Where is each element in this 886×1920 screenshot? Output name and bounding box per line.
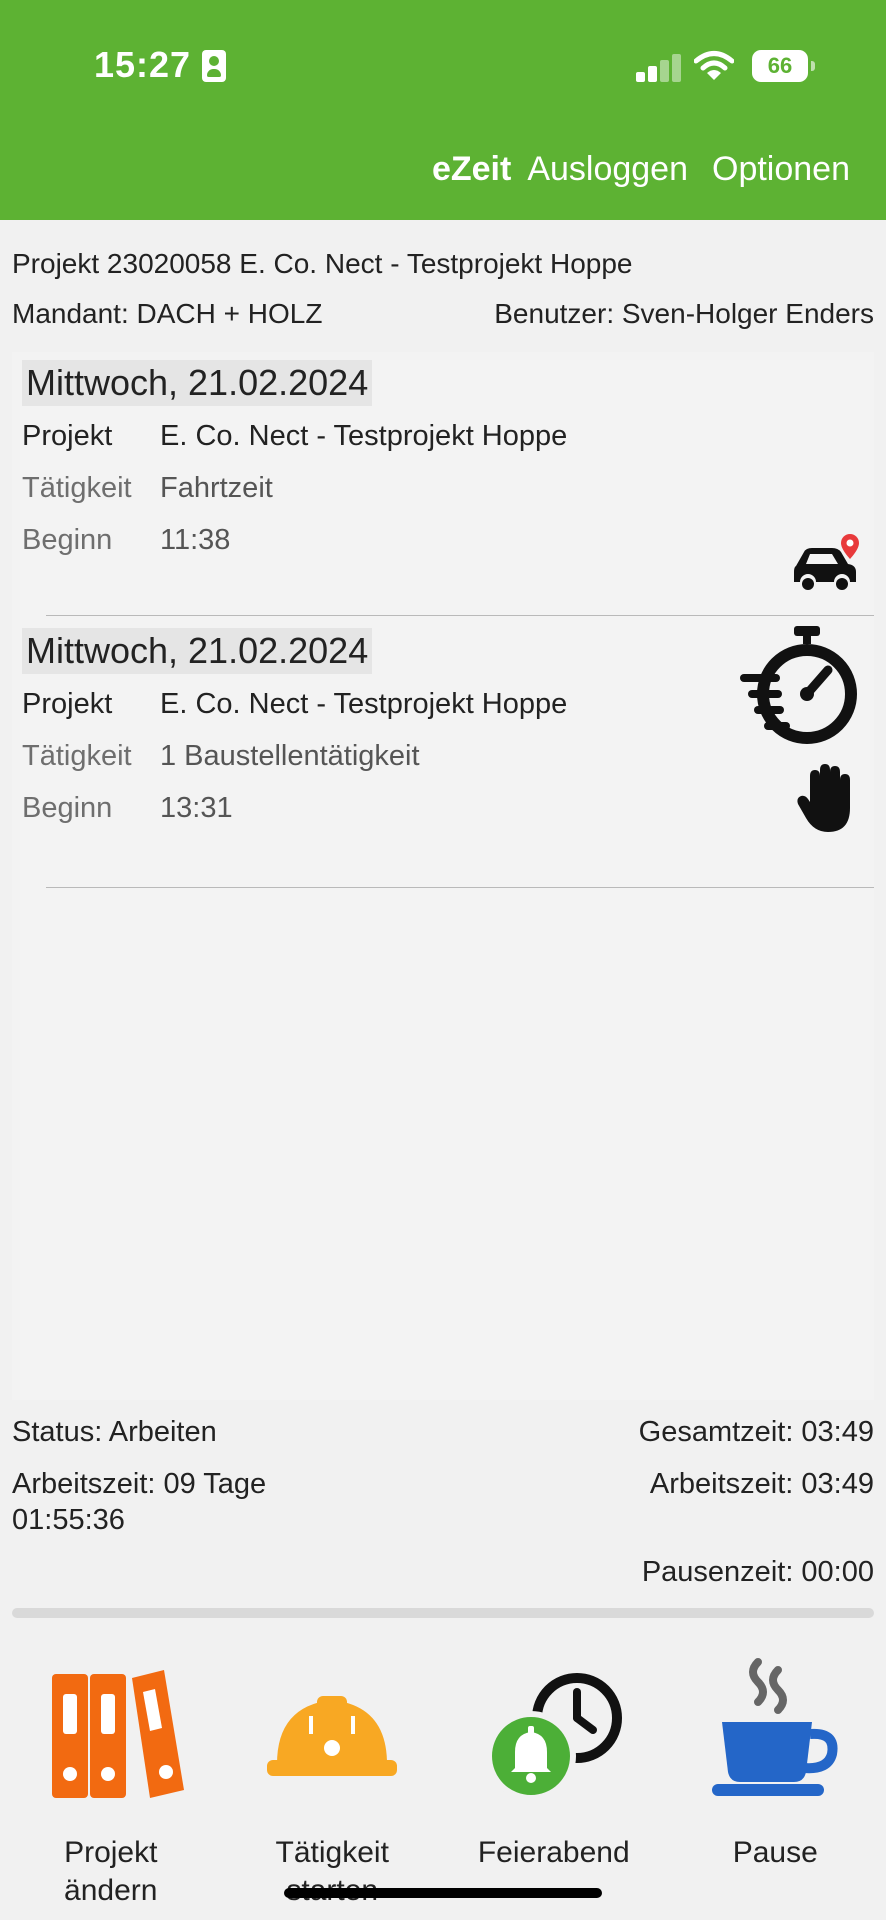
pause-label: Pause — [732, 1836, 818, 1869]
project-label: Projekt — [22, 420, 113, 452]
work-time: Arbeitszeit: 03:49 — [649, 1468, 874, 1500]
header-info: Projekt 23020058 E. Co. Nect - Testproje… — [12, 246, 874, 346]
activity-value: 1 Baustellentätigkeit — [160, 740, 420, 772]
project-header: Projekt 23020058 E. Co. Nect - Testproje… — [12, 248, 633, 279]
car-location-icon — [794, 534, 859, 590]
cellular-signal-icon — [636, 54, 682, 82]
wifi-icon — [694, 51, 734, 80]
action-bar: Projekt ändern Tätigkeit starten — [0, 1640, 886, 1920]
nav-bar: eZeit Ausloggen Optionen — [432, 150, 850, 189]
list-item[interactable]: Mittwoch, 21.02.2024 Projekt E. Co. Nect… — [12, 352, 874, 616]
entries-list[interactable]: Mittwoch, 21.02.2024 Projekt E. Co. Nect… — [12, 352, 874, 1402]
start-activity-button[interactable]: Tätigkeit starten — [222, 1640, 444, 1920]
divider — [12, 1608, 874, 1618]
home-indicator[interactable] — [284, 1888, 602, 1898]
activity-label: Tätigkeit — [22, 472, 132, 504]
start-value: 13:31 — [160, 792, 233, 824]
app-brand: eZeit — [431, 150, 512, 188]
project-value: E. Co. Nect - Testprojekt Hoppe — [160, 420, 568, 452]
mandant-label: Mandant: DACH + HOLZ — [12, 298, 323, 329]
activity-label: Tätigkeit — [22, 740, 132, 772]
start-label: Beginn — [22, 524, 113, 556]
end-of-day-label: Feierabend — [477, 1836, 630, 1869]
project-value: E. Co. Nect - Testprojekt Hoppe — [160, 688, 568, 720]
pause-button[interactable]: Pause — [665, 1640, 886, 1920]
user-label: Benutzer: Sven-Holger Enders — [494, 298, 874, 329]
work-days-time: 01:55:36 — [12, 1504, 125, 1536]
activity-value: Fahrtzeit — [160, 472, 273, 504]
clock-bell-icon — [485, 1673, 622, 1801]
stopwatch-icon — [740, 626, 857, 744]
total-time: Gesamtzeit: 03:49 — [638, 1416, 874, 1448]
start-activity-label-line1: Tätigkeit — [275, 1836, 389, 1869]
folders-icon — [51, 1670, 184, 1798]
change-project-label-line2: ändern — [64, 1874, 158, 1907]
options-button[interactable]: Optionen — [712, 150, 850, 189]
status-summary: Status: Arbeiten Arbeitszeit: 09 Tage 01… — [12, 1402, 874, 1610]
battery-icon: 66 — [752, 50, 815, 82]
status-text: Status: Arbeiten — [12, 1416, 217, 1448]
status-time: 15:27 — [94, 44, 192, 85]
start-label: Beginn — [22, 792, 113, 824]
logout-button[interactable]: Ausloggen — [527, 150, 688, 189]
stop-hand-icon — [797, 764, 850, 832]
change-project-button[interactable]: Projekt ändern — [0, 1640, 222, 1920]
id-card-icon — [202, 50, 226, 82]
project-label: Projekt — [22, 688, 113, 720]
change-project-label-line1: Projekt — [64, 1836, 158, 1869]
end-of-day-button[interactable]: Feierabend — [443, 1640, 665, 1920]
entry-date: Mittwoch, 21.02.2024 — [22, 360, 373, 406]
coffee-cup-icon — [712, 1658, 838, 1796]
work-days-text: Arbeitszeit: 09 Tage — [12, 1468, 267, 1500]
hard-hat-icon — [267, 1696, 398, 1776]
start-value: 11:38 — [160, 524, 231, 556]
pause-time: Pausenzeit: 00:00 — [641, 1556, 874, 1588]
list-item[interactable]: Mittwoch, 21.02.2024 Projekt E. Co. Nect… — [12, 620, 874, 888]
top-app-bar: 15:27 66 eZeit Ausloggen Optionen — [0, 0, 886, 220]
entry-date: Mittwoch, 21.02.2024 — [22, 628, 373, 674]
